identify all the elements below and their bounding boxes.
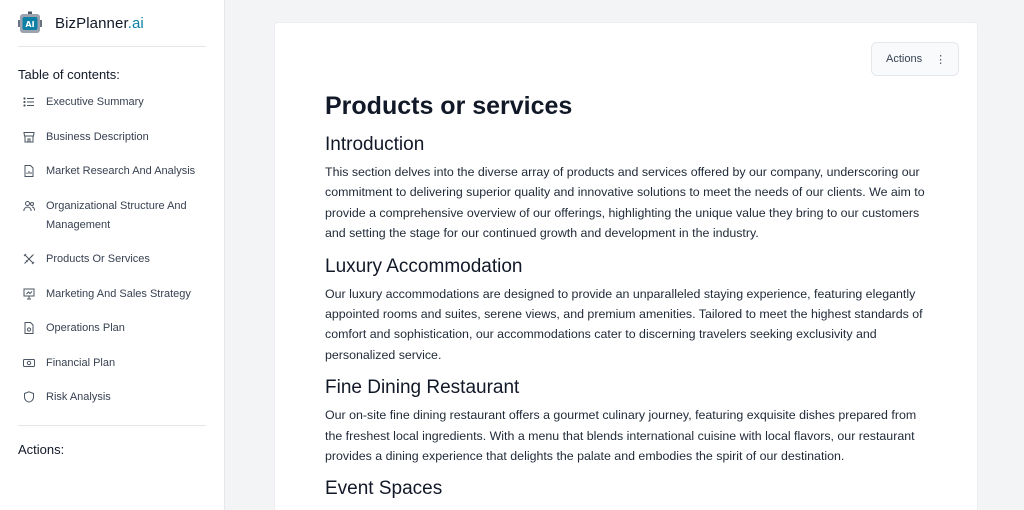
list-icon <box>23 97 34 107</box>
store-icon <box>23 131 35 142</box>
robot-logo-icon: AI <box>18 11 42 33</box>
sidebar: AI BizPlanner.ai Table of contents: Exec… <box>0 0 225 510</box>
section-event-spaces: Event Spaces <box>325 476 935 502</box>
toc-item-marketing-sales[interactable]: Marketing And Sales Strategy <box>23 285 224 304</box>
section-introduction: Introduction This section delves into th… <box>325 132 935 244</box>
section-heading: Event Spaces <box>325 478 443 500</box>
toc-item-label: Risk Analysis <box>46 391 111 403</box>
toc-item-label: Financial Plan <box>46 356 116 369</box>
toc-item-label: Business Description <box>46 130 149 143</box>
section-body: Our luxury accommodations are designed t… <box>325 286 923 362</box>
shield-icon <box>24 391 34 403</box>
toc-item-label: Operations Plan <box>46 322 125 334</box>
toc-title: Table of contents: <box>18 67 120 82</box>
document-gear-icon <box>24 322 34 334</box>
more-vertical-icon: ⋮ <box>935 53 947 66</box>
document-content: Products or services Introduction This s… <box>325 89 935 506</box>
toc-item-label: Organizational Structure And Management <box>46 199 187 231</box>
svg-text:AI: AI <box>25 20 34 29</box>
toc-item-label: Marketing And Sales Strategy <box>46 287 191 300</box>
toc-list: Executive Summary Business Description M… <box>0 93 224 407</box>
toc-item-financial-plan[interactable]: Financial Plan <box>23 354 224 373</box>
toc-item-business-description[interactable]: Business Description <box>23 128 224 147</box>
section-body: This section delves into the diverse arr… <box>325 165 925 241</box>
money-icon <box>23 358 35 367</box>
toc-item-market-research[interactable]: Market Research And Analysis <box>23 162 224 181</box>
toc-item-organizational-structure[interactable]: Organizational Structure And Management <box>23 197 224 235</box>
brand[interactable]: AI BizPlanner.ai <box>0 0 224 46</box>
actions-button[interactable]: Actions ⋮ <box>871 42 959 76</box>
toc-item-label: Products Or Services <box>46 253 150 265</box>
toc-item-products-or-services[interactable]: Products Or Services <box>23 250 224 269</box>
toc-item-risk-analysis[interactable]: Risk Analysis <box>23 388 224 407</box>
section-fine-dining: Fine Dining Restaurant Our on-site fine … <box>325 375 935 466</box>
document-chart-icon <box>24 165 34 177</box>
section-heading: Fine Dining Restaurant <box>325 377 520 399</box>
presentation-icon <box>23 288 35 299</box>
section-luxury-accommodation: Luxury Accommodation Our luxury accommod… <box>325 254 935 366</box>
section-heading: Introduction <box>325 134 425 155</box>
toc-item-label: Executive Summary <box>46 96 144 108</box>
brand-name: BizPlanner.ai <box>55 14 144 32</box>
page-title: Products or services <box>325 92 573 120</box>
document-card: Actions ⋮ Products or services Introduct… <box>274 22 978 510</box>
toc-item-executive-summary[interactable]: Executive Summary <box>23 93 224 112</box>
section-heading: Luxury Accommodation <box>325 255 523 277</box>
actions-button-label: Actions <box>886 53 923 65</box>
toc-item-label: Market Research And Analysis <box>46 165 196 177</box>
actions-title: Actions: <box>18 442 65 457</box>
toc-item-operations-plan[interactable]: Operations Plan <box>23 319 224 338</box>
section-body: Our on-site fine dining restaurant offer… <box>325 408 917 464</box>
tools-icon <box>23 253 35 265</box>
users-icon <box>23 200 35 211</box>
